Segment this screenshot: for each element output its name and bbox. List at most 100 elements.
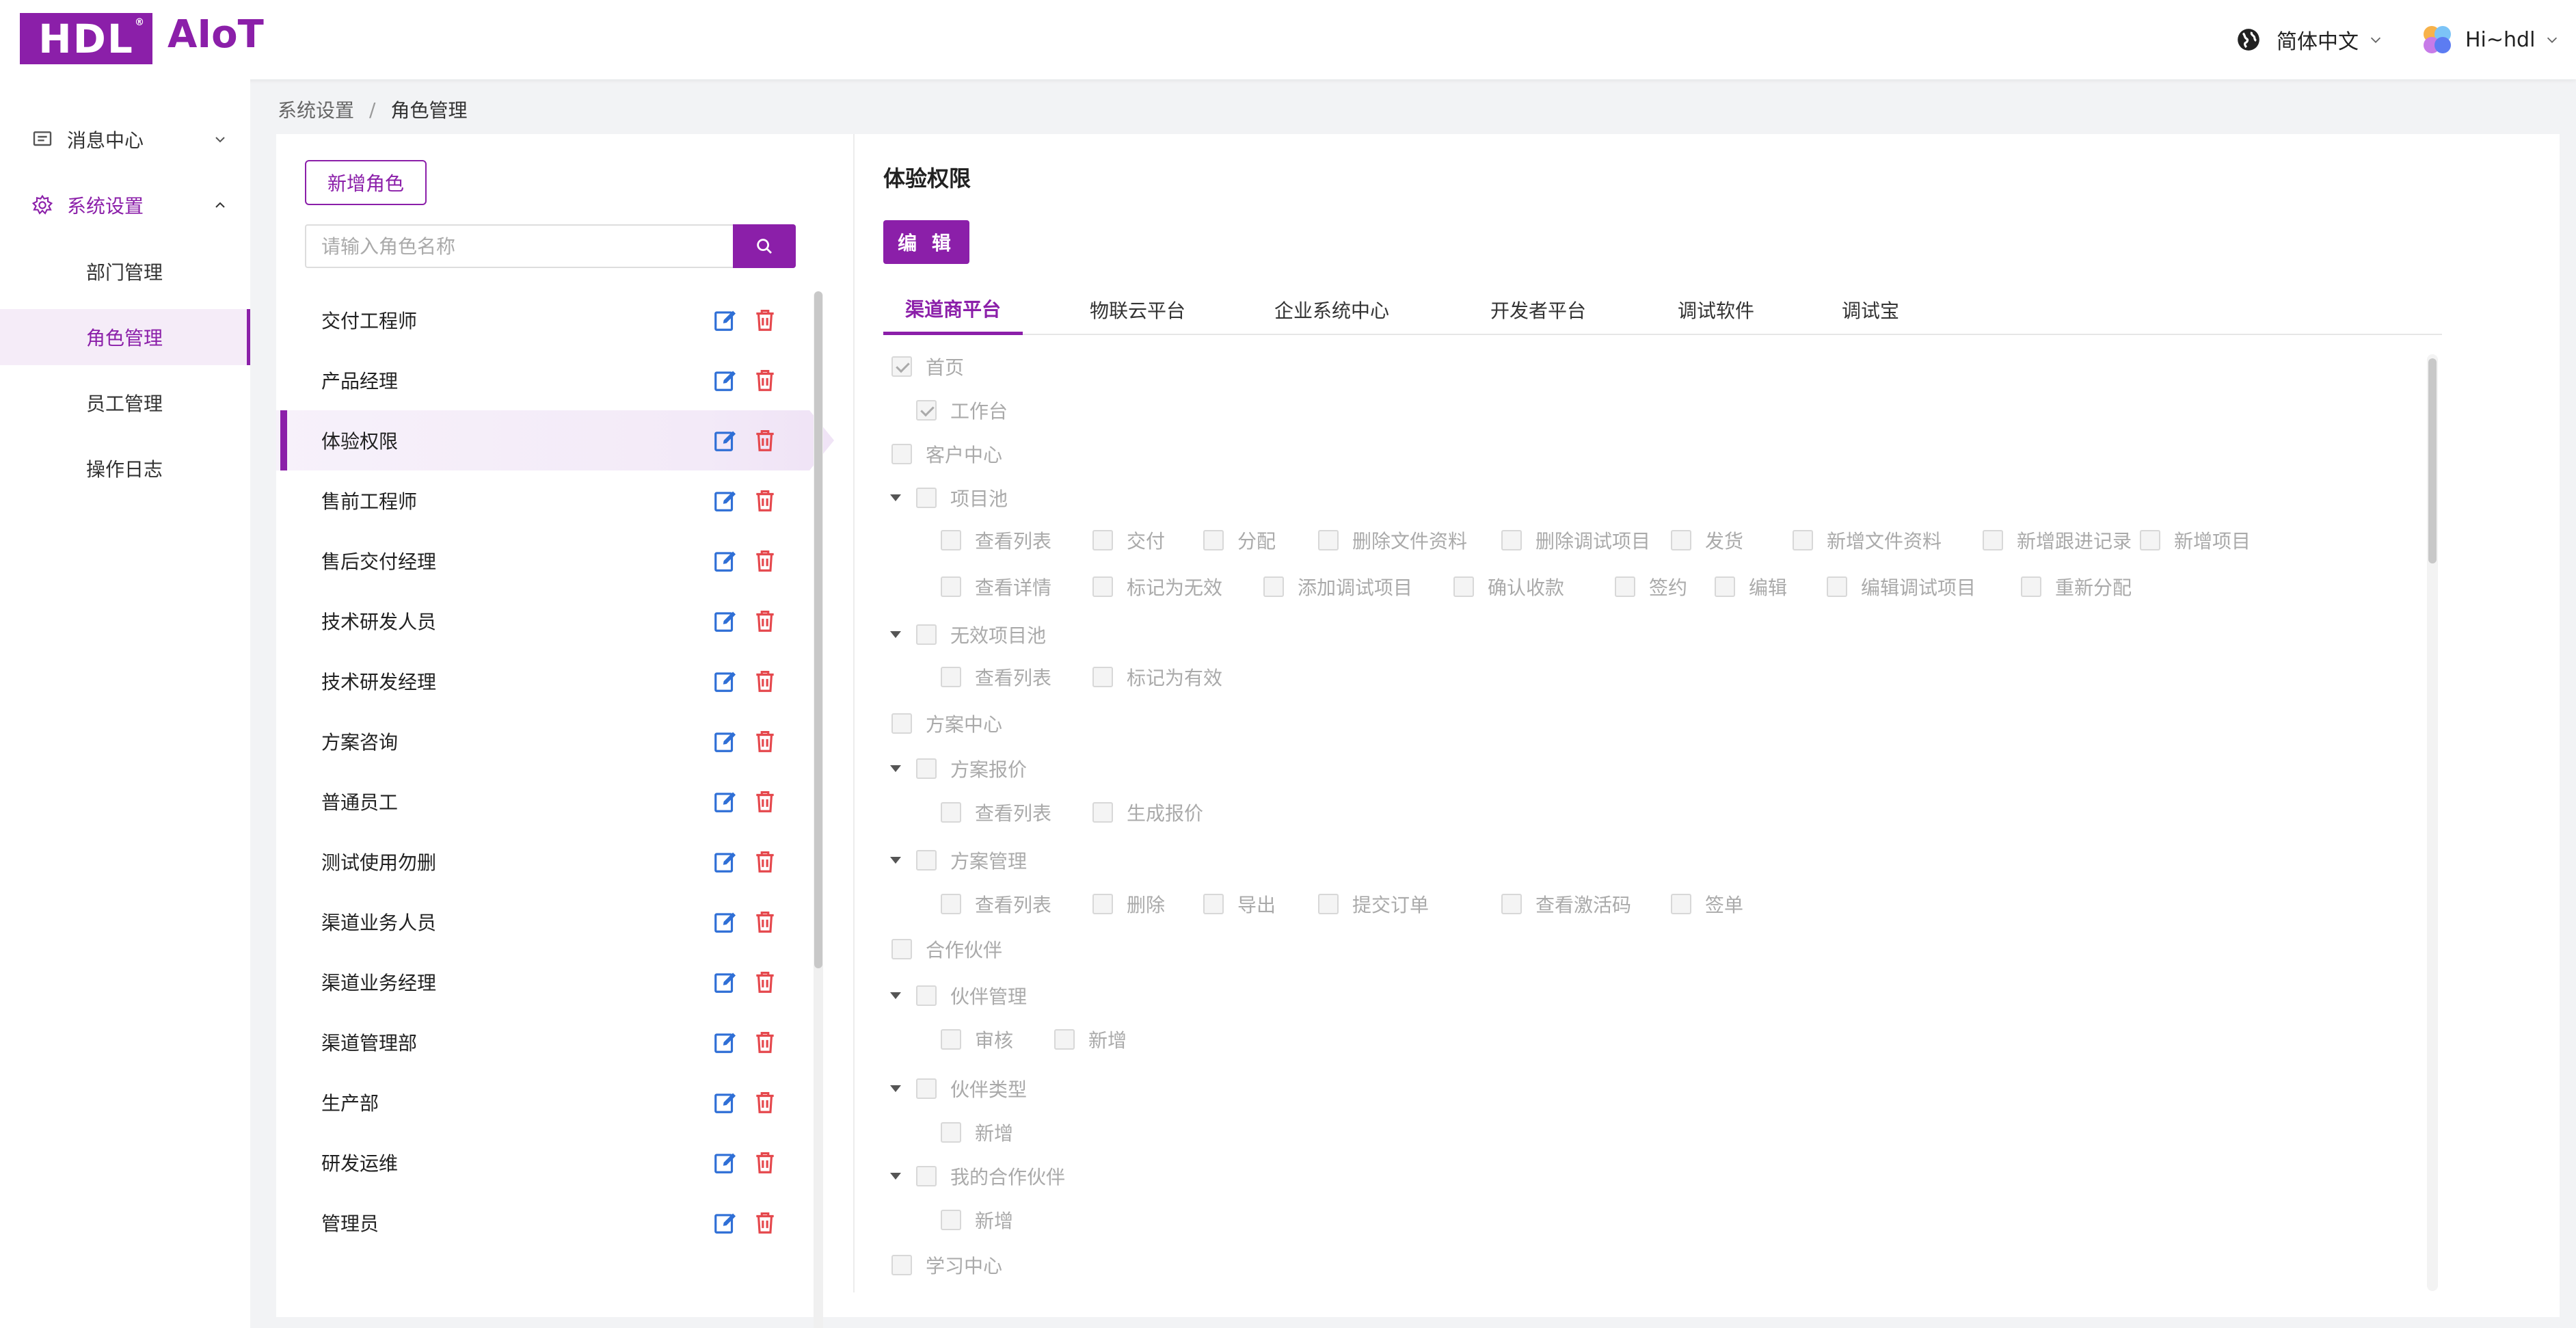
permission-item[interactable]: 生成报价: [1092, 799, 1203, 826]
permission-item[interactable]: 客户中心: [891, 440, 1002, 468]
permission-checkbox[interactable]: [941, 894, 961, 914]
edit-icon[interactable]: [712, 1029, 738, 1055]
permission-checkbox[interactable]: [1203, 530, 1224, 550]
trash-icon[interactable]: [752, 488, 778, 514]
permission-checkbox[interactable]: [1092, 530, 1113, 550]
caret-down-icon[interactable]: [890, 631, 901, 638]
permission-item[interactable]: 方案中心: [891, 710, 1002, 737]
permission-item[interactable]: 分配: [1203, 527, 1276, 554]
role-row[interactable]: 技术研发经理: [276, 651, 809, 711]
permission-checkbox[interactable]: [916, 985, 937, 1006]
edit-icon[interactable]: [712, 427, 738, 453]
permission-checkbox[interactable]: [916, 758, 937, 779]
edit-icon[interactable]: [712, 1150, 738, 1176]
permission-checkbox[interactable]: [1501, 530, 1522, 550]
edit-icon[interactable]: [712, 307, 738, 333]
permission-item[interactable]: 伙伴管理: [916, 982, 1027, 1009]
trash-icon[interactable]: [752, 1089, 778, 1115]
sidebar-group-messages[interactable]: 消息中心: [0, 107, 250, 172]
permission-checkbox[interactable]: [941, 667, 961, 687]
role-row[interactable]: 技术研发人员: [276, 591, 809, 651]
tab-platform[interactable]: 调试宝: [1820, 284, 1921, 335]
tab-platform[interactable]: 企业系统中心: [1252, 284, 1411, 335]
permission-item[interactable]: 导出: [1203, 890, 1276, 918]
permission-item[interactable]: 查看激活码: [1501, 890, 1631, 918]
permission-checkbox[interactable]: [891, 939, 912, 959]
role-row[interactable]: 渠道管理部: [276, 1012, 809, 1072]
permission-checkbox[interactable]: [1263, 576, 1284, 597]
sidebar-item-employees[interactable]: 员工管理: [0, 375, 250, 431]
permission-checkbox[interactable]: [1318, 894, 1339, 914]
role-list-scrollbar[interactable]: [814, 291, 823, 1328]
permission-checkbox[interactable]: [1983, 530, 2003, 550]
permission-item[interactable]: 新增: [1054, 1026, 1127, 1053]
trash-icon[interactable]: [752, 969, 778, 995]
permission-item[interactable]: 查看列表: [941, 890, 1051, 918]
permission-item[interactable]: 查看详情: [941, 573, 1051, 600]
permission-item[interactable]: 无效项目池: [916, 621, 1046, 648]
permission-checkbox[interactable]: [1054, 1029, 1075, 1050]
permission-checkbox[interactable]: [1615, 576, 1635, 597]
role-search-input[interactable]: [306, 226, 733, 267]
permission-item[interactable]: 我的合作伙伴: [916, 1163, 1065, 1190]
permission-item[interactable]: 添加调试项目: [1263, 573, 1412, 600]
sidebar-item-departments[interactable]: 部门管理: [0, 243, 250, 300]
permission-item[interactable]: 新增跟进记录: [1983, 527, 2132, 554]
add-role-button[interactable]: 新增角色: [305, 160, 427, 205]
tab-platform[interactable]: 开发者平台: [1468, 284, 1608, 335]
caret-down-icon[interactable]: [890, 857, 901, 864]
permission-item[interactable]: 签单: [1671, 890, 1743, 918]
permission-item[interactable]: 新增: [941, 1119, 1013, 1146]
permission-item[interactable]: 合作伙伴: [891, 935, 1002, 963]
permission-item[interactable]: 伙伴类型: [916, 1075, 1027, 1102]
edit-icon[interactable]: [712, 608, 738, 634]
permission-item[interactable]: 新增文件资料: [1793, 527, 1942, 554]
role-row[interactable]: 渠道业务经理: [276, 952, 809, 1012]
permission-item[interactable]: 工作台: [916, 397, 1008, 424]
permission-item[interactable]: 编辑: [1715, 573, 1787, 600]
permission-item[interactable]: 首页: [891, 353, 964, 380]
permission-item[interactable]: 审核: [941, 1026, 1013, 1053]
permission-checkbox[interactable]: [916, 400, 937, 421]
permission-item[interactable]: 删除调试项目: [1501, 527, 1650, 554]
permission-item[interactable]: 签约: [1615, 573, 1687, 600]
permission-item[interactable]: 标记为有效: [1092, 663, 1222, 691]
role-row[interactable]: 测试使用勿删: [276, 832, 809, 892]
permission-checkbox[interactable]: [1671, 894, 1691, 914]
permission-item[interactable]: 编辑调试项目: [1827, 573, 1976, 600]
edit-icon[interactable]: [712, 367, 738, 393]
edit-icon[interactable]: [712, 788, 738, 814]
role-row[interactable]: 售后交付经理: [276, 531, 809, 591]
trash-icon[interactable]: [752, 668, 778, 694]
caret-down-icon[interactable]: [890, 765, 901, 772]
permission-item[interactable]: 项目池: [916, 484, 1008, 512]
trash-icon[interactable]: [752, 849, 778, 875]
trash-icon[interactable]: [752, 307, 778, 333]
permission-checkbox[interactable]: [916, 624, 937, 645]
permission-item[interactable]: 提交订单: [1318, 890, 1429, 918]
sidebar-item-roles[interactable]: 角色管理: [0, 309, 250, 365]
permission-checkbox[interactable]: [941, 530, 961, 550]
permission-item[interactable]: 重新分配: [2021, 573, 2132, 600]
trash-icon[interactable]: [752, 1150, 778, 1176]
trash-icon[interactable]: [752, 1029, 778, 1055]
trash-icon[interactable]: [752, 909, 778, 935]
role-row[interactable]: 管理员: [276, 1193, 809, 1253]
tab-platform[interactable]: 调试软件: [1656, 284, 1776, 335]
permission-item[interactable]: 删除: [1092, 890, 1165, 918]
edit-button[interactable]: 编 辑: [883, 220, 969, 264]
permission-checkbox[interactable]: [916, 1166, 937, 1186]
permission-checkbox[interactable]: [941, 1029, 961, 1050]
role-row[interactable]: 体验权限: [276, 410, 834, 470]
trash-icon[interactable]: [752, 548, 778, 574]
tab-platform[interactable]: 物联云平台: [1068, 284, 1207, 335]
sidebar-group-settings[interactable]: 系统设置: [0, 172, 250, 238]
edit-icon[interactable]: [712, 909, 738, 935]
role-row[interactable]: 方案咨询: [276, 711, 809, 771]
trash-icon[interactable]: [752, 728, 778, 754]
permission-checkbox[interactable]: [1715, 576, 1735, 597]
edit-icon[interactable]: [712, 548, 738, 574]
edit-icon[interactable]: [712, 1210, 738, 1236]
role-row[interactable]: 渠道业务人员: [276, 892, 809, 952]
permission-checkbox[interactable]: [941, 802, 961, 823]
